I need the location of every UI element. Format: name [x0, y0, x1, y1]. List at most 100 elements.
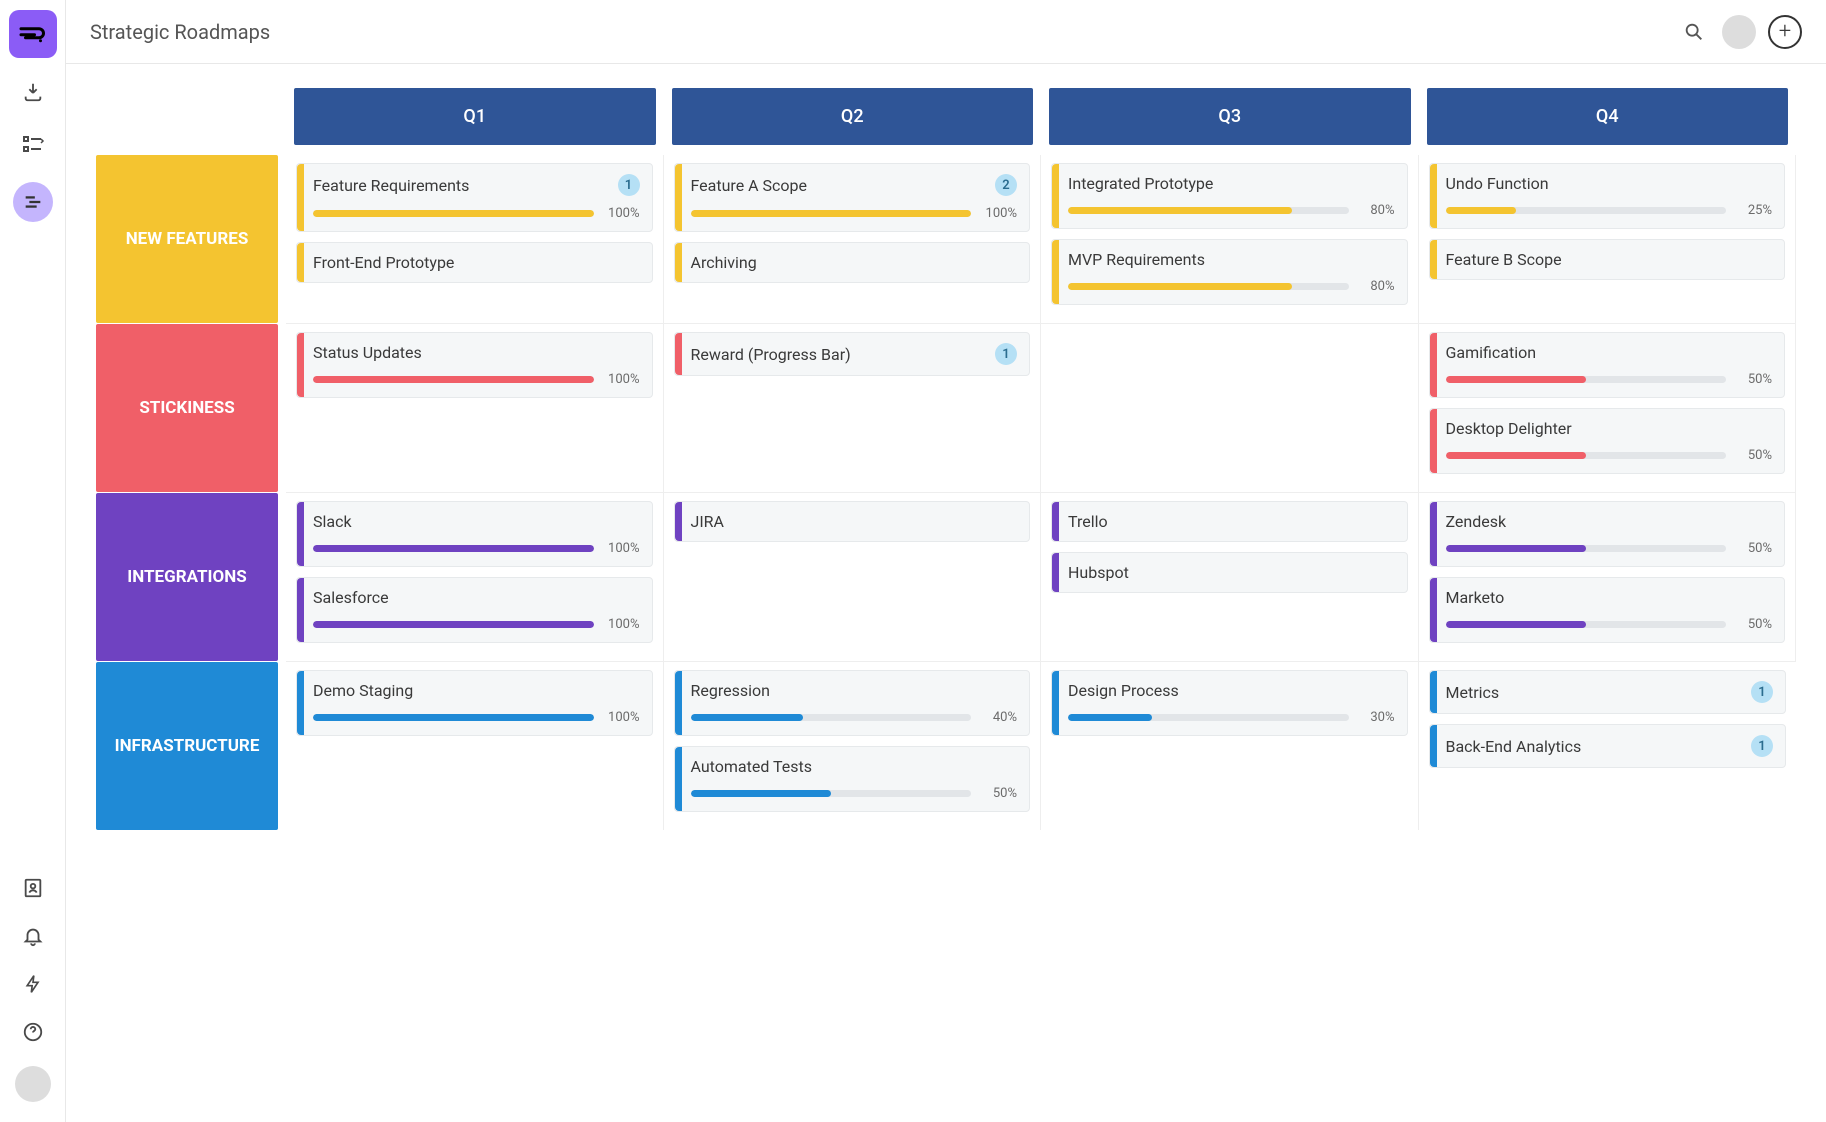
card-progress-pct: 50%	[1736, 448, 1772, 463]
user-avatar-sidebar[interactable]	[15, 1066, 51, 1102]
card-progress-pct: 100%	[604, 541, 640, 556]
roadmap-card[interactable]: Demo Staging100%	[296, 670, 653, 736]
roadmap-card[interactable]: Status Updates100%	[296, 332, 653, 398]
card-title: Hubspot	[1068, 563, 1129, 582]
roadmap-card[interactable]: Slack100%	[296, 501, 653, 567]
roadmap-grid: Q1Q2Q3Q4NEW FEATURESFeature Requirements…	[96, 88, 1796, 830]
card-title: Undo Function	[1446, 174, 1549, 193]
card-progress: 100%	[313, 617, 640, 632]
roadmap-cell: Trello Hubspot	[1041, 493, 1419, 661]
roadmap-card[interactable]: Feature A Scope2100%	[674, 163, 1031, 232]
card-progress: 100%	[313, 541, 640, 556]
card-progress: 30%	[1068, 710, 1395, 725]
card-color-stripe	[1052, 240, 1059, 304]
roadmap-card[interactable]: Hubspot	[1051, 552, 1408, 593]
roadmap-card[interactable]: Archiving	[674, 242, 1031, 283]
roadmap-card[interactable]: Undo Function 25%	[1429, 163, 1786, 229]
roadmap-icon[interactable]	[13, 182, 53, 222]
card-progress-pct: 50%	[1736, 617, 1772, 632]
roadmap-card[interactable]: Feature B Scope	[1429, 239, 1786, 280]
card-progress-pct: 30%	[1359, 710, 1395, 725]
import-icon[interactable]	[19, 78, 47, 106]
swimlane-label-new-features: NEW FEATURES	[96, 155, 278, 323]
roadmap-cell: Integrated Prototype80%MVP Requirements8…	[1041, 155, 1419, 323]
card-progress: 50%	[1446, 617, 1773, 632]
card-progress: 25%	[1446, 203, 1773, 218]
roadmap-card[interactable]: Desktop Delighter 50%	[1429, 408, 1786, 474]
card-progress: 50%	[1446, 372, 1773, 387]
card-title: Desktop Delighter	[1446, 419, 1572, 438]
card-badge: 2	[995, 174, 1017, 196]
card-color-stripe	[297, 578, 304, 642]
roadmap-card[interactable]: Back-End Analytics1	[1429, 724, 1787, 768]
card-title: Marketo	[1446, 588, 1505, 607]
roadmap-card[interactable]: Integrated Prototype 80%	[1051, 163, 1408, 229]
bell-icon[interactable]	[19, 922, 47, 950]
roadmap-card[interactable]: JIRA	[674, 501, 1031, 542]
card-badge: 1	[1751, 681, 1773, 703]
card-title: Automated Tests	[691, 757, 813, 776]
roadmap-card[interactable]: Metrics1	[1429, 670, 1787, 714]
card-color-stripe	[297, 164, 304, 231]
roadmap-card[interactable]: Trello	[1051, 501, 1408, 542]
roadmap-card[interactable]: Marketo 50%	[1429, 577, 1786, 643]
card-title: Gamification	[1446, 343, 1537, 362]
card-progress: 80%	[1068, 279, 1395, 294]
topbar: Strategic Roadmaps +	[66, 0, 1826, 64]
roadmap-cell: Gamification 50% Desktop Delighter 50%	[1419, 324, 1797, 492]
list-icon[interactable]	[19, 130, 47, 158]
roadmap-card[interactable]: Feature Requirements1100%	[296, 163, 653, 232]
page-title: Strategic Roadmaps	[90, 20, 270, 44]
card-progress: 100%	[313, 372, 640, 387]
card-color-stripe	[297, 243, 304, 282]
card-title: Integrated Prototype	[1068, 174, 1213, 193]
add-button[interactable]: +	[1768, 15, 1802, 49]
column-header: Q2	[672, 88, 1034, 145]
roadmap-card[interactable]: Regression 40%	[674, 670, 1031, 736]
card-progress-pct: 40%	[981, 710, 1017, 725]
card-progress: 80%	[1068, 203, 1395, 218]
card-title: Regression	[691, 681, 770, 700]
swimlane-label-integrations: INTEGRATIONS	[96, 493, 278, 661]
card-color-stripe	[297, 333, 304, 397]
card-color-stripe	[1052, 164, 1059, 228]
card-title: Archiving	[691, 253, 757, 272]
card-title: Trello	[1068, 512, 1108, 531]
column-header: Q1	[294, 88, 656, 145]
roadmap-cell: Slack100% Salesforce100%	[286, 493, 664, 661]
contacts-icon[interactable]	[19, 874, 47, 902]
roadmap-card[interactable]: Automated Tests50%	[674, 746, 1031, 812]
roadmap-card[interactable]: Zendesk50%	[1429, 501, 1786, 567]
card-progress-pct: 80%	[1359, 203, 1395, 218]
roadmap-card[interactable]: Salesforce100%	[296, 577, 653, 643]
card-progress-pct: 100%	[604, 710, 640, 725]
card-progress-pct: 25%	[1736, 203, 1772, 218]
card-color-stripe	[1430, 578, 1437, 642]
search-icon[interactable]	[1682, 20, 1706, 44]
roadmap-card[interactable]: Design Process30%	[1051, 670, 1408, 736]
roadmap-cell: Feature Requirements1100%Front-End Proto…	[286, 155, 664, 323]
card-color-stripe	[675, 243, 682, 282]
roadmap-card[interactable]: Gamification 50%	[1429, 332, 1786, 398]
roadmap-card[interactable]: Reward (Progress Bar)1	[674, 332, 1031, 376]
card-progress-pct: 100%	[604, 617, 640, 632]
roadmap-card[interactable]: Front-End Prototype	[296, 242, 653, 283]
roadmap-cell	[1041, 324, 1419, 492]
card-color-stripe	[1052, 502, 1059, 541]
roadmap-card[interactable]: MVP Requirements80%	[1051, 239, 1408, 305]
user-avatar-top[interactable]	[1722, 15, 1756, 49]
help-icon[interactable]	[19, 1018, 47, 1046]
card-color-stripe	[675, 164, 682, 231]
swimlane-label-infrastructure: INFRASTRUCTURE	[96, 662, 278, 830]
column-header: Q4	[1427, 88, 1789, 145]
card-title: Feature B Scope	[1446, 250, 1562, 269]
card-title: Reward (Progress Bar)	[691, 345, 851, 364]
app-logo[interactable]	[9, 10, 57, 58]
card-color-stripe	[297, 502, 304, 566]
card-badge: 1	[618, 174, 640, 196]
lightning-icon[interactable]	[19, 970, 47, 998]
card-color-stripe	[1430, 164, 1437, 228]
card-progress-pct: 100%	[604, 206, 640, 221]
card-color-stripe	[1430, 409, 1437, 473]
card-progress: 100%	[313, 206, 640, 221]
